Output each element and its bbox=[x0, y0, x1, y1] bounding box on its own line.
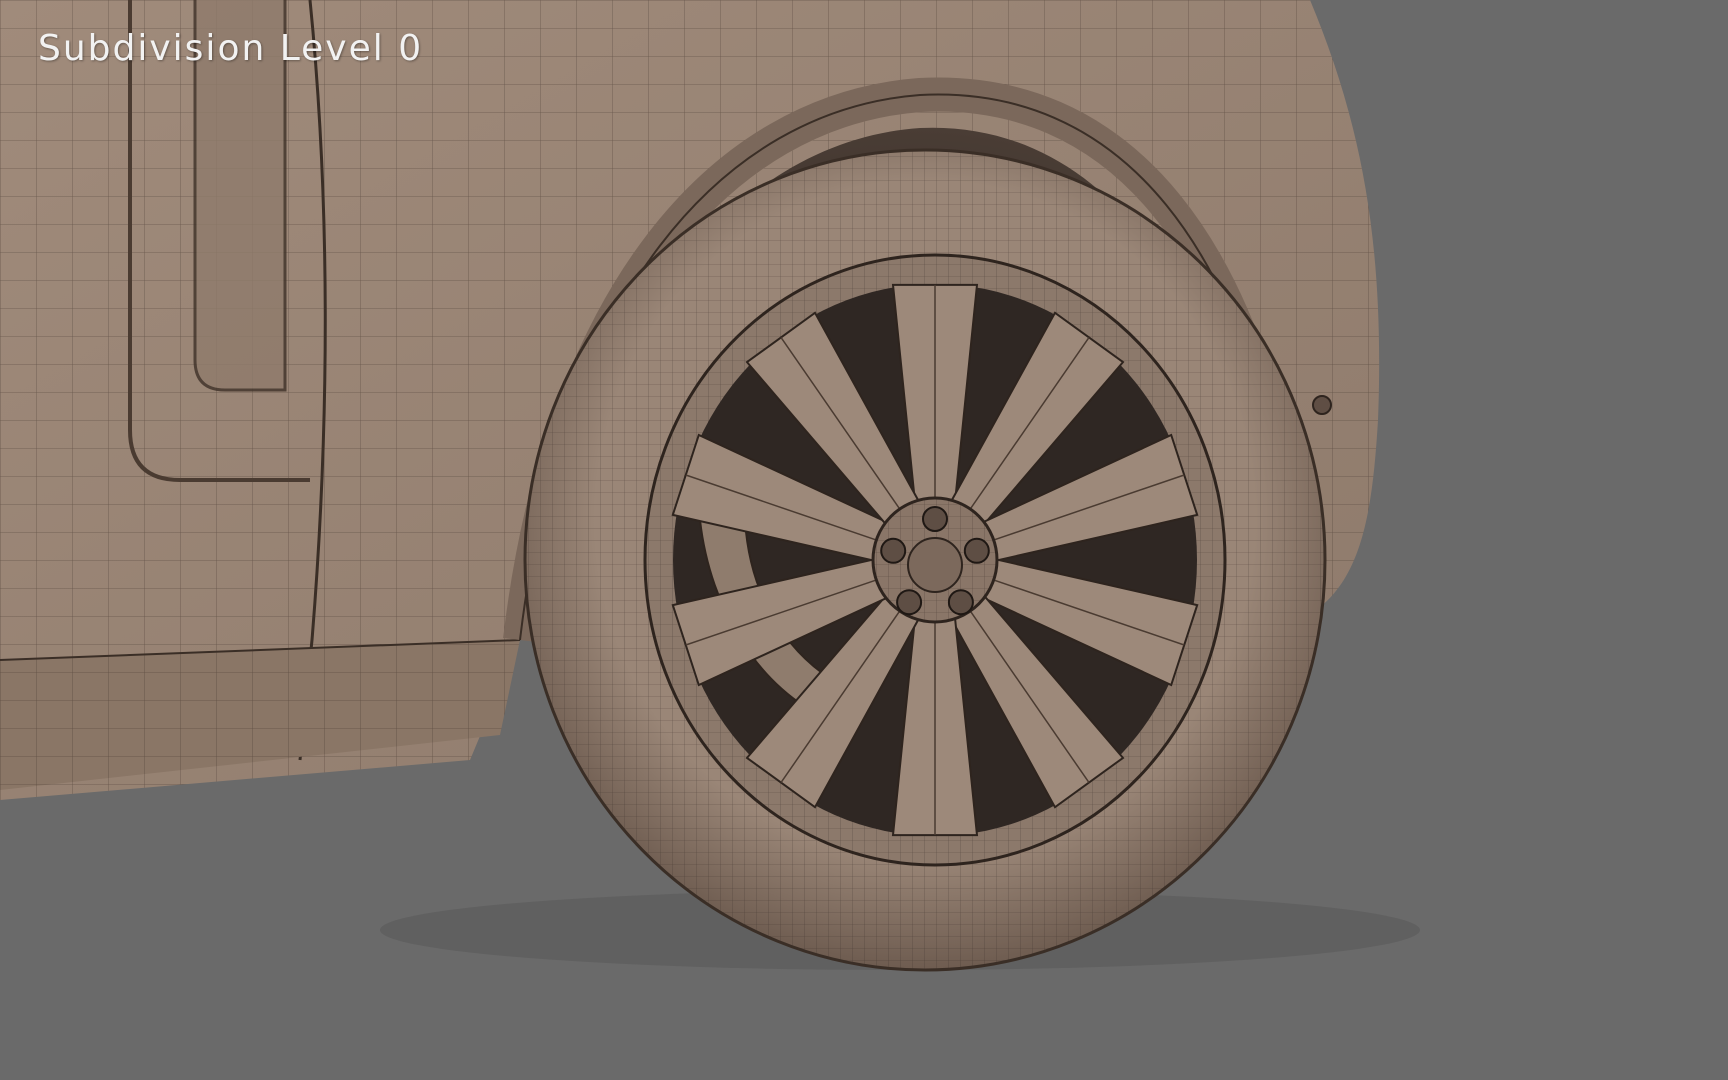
lug-nut bbox=[880, 537, 907, 564]
lug-nut bbox=[922, 506, 948, 532]
car-wheel-render[interactable] bbox=[0, 0, 1728, 1080]
3d-viewport[interactable]: Subdivision Level 0 bbox=[0, 0, 1728, 1080]
lug-nut bbox=[963, 537, 990, 564]
center-cap bbox=[907, 537, 963, 593]
lug-nut bbox=[947, 589, 974, 616]
wheel-assembly bbox=[523, 148, 1327, 972]
subdivision-level-label: Subdivision Level 0 bbox=[38, 28, 424, 69]
lug-nut bbox=[896, 589, 923, 616]
side-marker bbox=[1312, 395, 1332, 415]
